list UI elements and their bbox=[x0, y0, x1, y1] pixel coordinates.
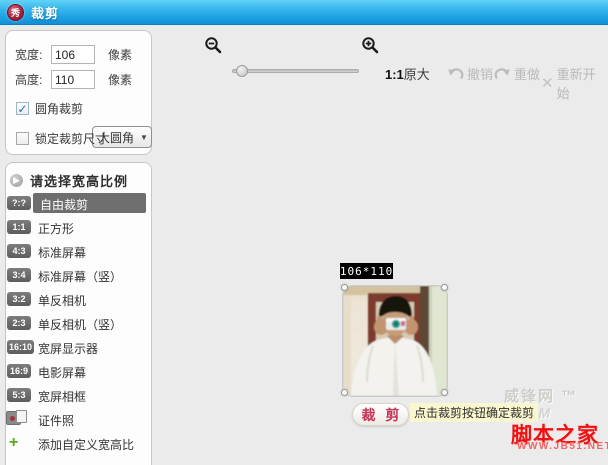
ratio-item-label: 自由裁剪 bbox=[40, 198, 89, 212]
ratio-badge: 3:2 bbox=[7, 292, 31, 306]
crop-dimensions-badge: 106*110 bbox=[339, 263, 394, 279]
restart-icon: ✕ bbox=[541, 75, 554, 92]
rounded-crop-row: ✓ 圆角裁剪 bbox=[16, 100, 83, 117]
ratio-item-单反相机[interactable]: 3:2 单反相机 bbox=[0, 289, 147, 313]
ratio-item-标准屏幕（竖）[interactable]: 3:4 标准屏幕（竖） bbox=[0, 265, 147, 289]
ratio-item-label: 标准屏幕 bbox=[38, 246, 87, 260]
lock-size-label: 锁定裁剪尺寸 bbox=[35, 132, 108, 146]
restart-button[interactable]: ✕ 重新开始 bbox=[541, 64, 608, 102]
rounded-crop-label: 圆角裁剪 bbox=[35, 102, 84, 116]
zoom-slider[interactable] bbox=[232, 65, 359, 77]
ratio-item-label: 电影屏幕 bbox=[38, 366, 87, 380]
ratio-badge: 16:10 bbox=[7, 340, 35, 354]
ratio-item-电影屏幕[interactable]: 16:9 电影屏幕 bbox=[0, 361, 147, 385]
ratio-badge: 3:4 bbox=[7, 268, 31, 282]
ratio-item-添加自定义宽高比[interactable]: + 添加自定义宽高比 bbox=[0, 433, 147, 457]
selfie-photo-image bbox=[343, 286, 447, 396]
chevron-down-icon: ▼ bbox=[140, 132, 148, 142]
ratio-badge: 2:3 bbox=[7, 316, 31, 330]
ratio-item-label: 正方形 bbox=[38, 222, 75, 236]
undo-label: 撤销 bbox=[467, 67, 494, 82]
ratio-item-label: 宽屏相框 bbox=[38, 390, 87, 404]
crop-confirm-button[interactable]: 裁 剪 bbox=[352, 403, 409, 426]
section-bullet-icon: ▶ bbox=[10, 174, 23, 187]
title-bar: 秀 裁剪 bbox=[0, 0, 608, 25]
height-label: 高度: bbox=[15, 73, 43, 87]
height-unit-label: 像素 bbox=[108, 73, 133, 87]
ratio-item-自由裁剪[interactable]: ?:? 自由裁剪 bbox=[0, 193, 147, 217]
rounded-crop-checkbox[interactable]: ✓ bbox=[16, 102, 29, 116]
crop-dialog-window: 秀 裁剪 宽度: 像素 高度: 像素 ✓ 圆角裁剪 大圆角 ▼ 锁定裁剪尺寸 ▶ bbox=[0, 0, 608, 465]
redo-button[interactable]: 重做 bbox=[494, 64, 540, 83]
add-plus-icon: + bbox=[9, 434, 19, 451]
ratio-item-宽屏显示器[interactable]: 16:10 宽屏显示器 bbox=[0, 337, 147, 361]
lock-size-checkbox[interactable] bbox=[16, 132, 29, 145]
height-input[interactable] bbox=[51, 70, 95, 89]
ratio-item-宽屏相框[interactable]: 5:3 宽屏相框 bbox=[0, 385, 147, 409]
id-photo-icon bbox=[6, 410, 28, 427]
undo-button[interactable]: 撤销 bbox=[447, 64, 493, 83]
ratio-item-label: 单反相机（竖） bbox=[38, 318, 123, 332]
actual-size-ratio: 1:1 bbox=[385, 67, 404, 82]
ratio-item-label: 宽屏显示器 bbox=[38, 342, 99, 356]
undo-icon bbox=[447, 67, 464, 81]
ratio-item-证件照[interactable]: 证件照 bbox=[0, 409, 147, 433]
ratio-item-label: 单反相机 bbox=[38, 294, 87, 308]
ratio-badge: 5:3 bbox=[7, 388, 31, 402]
height-row: 高度: 像素 bbox=[15, 70, 132, 89]
actual-size-text: 原大 bbox=[403, 67, 430, 82]
window-title: 裁剪 bbox=[31, 5, 60, 21]
zoom-slider-handle[interactable] bbox=[236, 65, 248, 77]
app-logo-icon: 秀 bbox=[7, 3, 24, 21]
ratio-badge: 4:3 bbox=[7, 244, 31, 258]
redo-label: 重做 bbox=[514, 67, 541, 82]
ratio-badge: 16:9 bbox=[7, 364, 31, 378]
ratio-header-label: 请选择宽高比例 bbox=[30, 174, 129, 189]
ratio-item-label: 证件照 bbox=[38, 414, 75, 428]
id-photo-front bbox=[16, 410, 27, 423]
ratio-item-label: 添加自定义宽高比 bbox=[38, 438, 135, 452]
crop-handle-bottom-right[interactable] bbox=[441, 389, 448, 396]
ratio-section-header: ▶ 请选择宽高比例 bbox=[10, 171, 128, 190]
ratio-badge: ?:? bbox=[7, 196, 31, 210]
canvas-toolbar: 1:1原大 撤销 重做 ✕ 重新开始 bbox=[0, 25, 608, 101]
watermark-jb51-url: WWW.JB51.NET bbox=[517, 441, 608, 452]
zoom-in-icon[interactable] bbox=[361, 36, 379, 54]
ratio-item-单反相机（竖）[interactable]: 2:3 单反相机（竖） bbox=[0, 313, 147, 337]
ratio-item-正方形[interactable]: 1:1 正方形 bbox=[0, 217, 147, 241]
id-photo-head-dot bbox=[10, 416, 15, 421]
crop-handle-bottom-left[interactable] bbox=[341, 389, 348, 396]
lock-size-row: 锁定裁剪尺寸 bbox=[16, 130, 107, 147]
ratio-item-标准屏幕[interactable]: 4:3 标准屏幕 bbox=[0, 241, 147, 265]
crop-handle-top-left[interactable] bbox=[341, 284, 348, 291]
zoom-out-icon[interactable] bbox=[204, 36, 222, 54]
crop-region-photo[interactable] bbox=[343, 286, 447, 396]
restart-label: 重新开始 bbox=[556, 67, 596, 101]
crop-handle-top-right[interactable] bbox=[441, 284, 448, 291]
actual-size-button[interactable]: 1:1原大 bbox=[385, 64, 430, 83]
redo-icon bbox=[494, 67, 511, 81]
ratio-badge: 1:1 bbox=[7, 220, 31, 234]
ratio-item-label: 标准屏幕（竖） bbox=[38, 270, 123, 284]
